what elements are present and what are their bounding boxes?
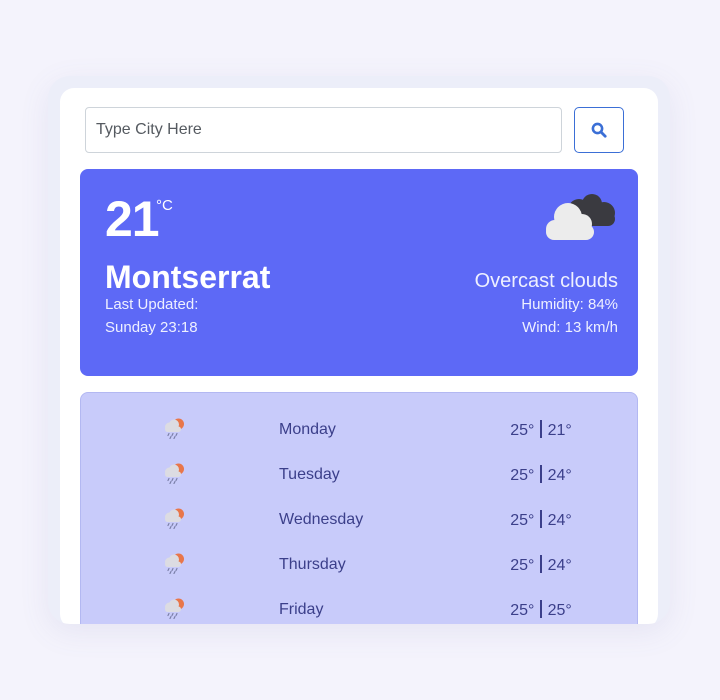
city-name: Montserrat bbox=[105, 259, 271, 295]
forecast-high: 25° bbox=[510, 467, 535, 484]
forecast-row-thursday: Thursday 25° 24° bbox=[81, 541, 637, 586]
forecast-day: Monday bbox=[279, 421, 336, 438]
forecast-row-tuesday: Tuesday 25° 24° bbox=[81, 451, 637, 496]
rain-sun-icon bbox=[165, 598, 184, 619]
weather-widget: 21 °C Montserrat Last Updated: Sunday 23… bbox=[60, 88, 658, 624]
forecast-temps: 25° 21° bbox=[461, 420, 621, 441]
forecast-day: Thursday bbox=[279, 556, 346, 573]
temp-divider bbox=[540, 555, 542, 573]
forecast-low: 24° bbox=[547, 467, 572, 484]
forecast-temps: 25° 24° bbox=[461, 465, 621, 486]
current-temperature: 21 bbox=[105, 191, 160, 247]
forecast-day: Friday bbox=[279, 601, 324, 618]
last-updated-label: Last Updated: bbox=[105, 296, 199, 313]
forecast-day: Wednesday bbox=[279, 511, 364, 528]
forecast-low: 24° bbox=[547, 557, 572, 574]
temp-divider bbox=[540, 600, 542, 618]
forecast-low: 21° bbox=[547, 422, 572, 439]
temp-divider bbox=[540, 510, 542, 528]
forecast-day: Tuesday bbox=[279, 466, 340, 483]
rain-sun-icon bbox=[165, 463, 184, 484]
forecast-low: 25° bbox=[547, 602, 572, 619]
forecast-row-wednesday: Wednesday 25° 24° bbox=[81, 496, 637, 541]
temp-divider bbox=[540, 420, 542, 438]
forecast-high: 25° bbox=[510, 557, 535, 574]
temp-divider bbox=[540, 465, 542, 483]
weather-widget-frame: 21 °C Montserrat Last Updated: Sunday 23… bbox=[48, 76, 670, 624]
search-icon bbox=[591, 122, 607, 138]
current-weather-card: 21 °C Montserrat Last Updated: Sunday 23… bbox=[80, 169, 638, 376]
forecast-high: 25° bbox=[510, 422, 535, 439]
forecast-list: Monday 25° 21° Tuesday 25° 24° Wednesday… bbox=[80, 392, 638, 624]
rain-sun-icon bbox=[165, 418, 184, 439]
overcast-cloud-icon bbox=[546, 194, 615, 240]
humidity-value: Humidity: 84% bbox=[521, 296, 618, 313]
forecast-high: 25° bbox=[510, 512, 535, 529]
forecast-temps: 25° 24° bbox=[461, 555, 621, 576]
rain-sun-icon bbox=[165, 508, 184, 529]
weather-description: Overcast clouds bbox=[474, 270, 618, 292]
search-button[interactable] bbox=[574, 107, 624, 153]
wind-value: Wind: 13 km/h bbox=[522, 319, 618, 336]
rain-sun-icon bbox=[165, 553, 184, 574]
city-search-input[interactable] bbox=[85, 107, 562, 153]
forecast-row-monday: Monday 25° 21° bbox=[81, 406, 637, 451]
forecast-temps: 25° 24° bbox=[461, 510, 621, 531]
last-updated-time: Sunday 23:18 bbox=[105, 319, 198, 336]
forecast-high: 25° bbox=[510, 602, 535, 619]
forecast-row-friday: Friday 25° 25° bbox=[81, 586, 637, 624]
forecast-low: 24° bbox=[547, 512, 572, 529]
forecast-temps: 25° 25° bbox=[461, 600, 621, 621]
temperature-unit: °C bbox=[156, 197, 173, 214]
